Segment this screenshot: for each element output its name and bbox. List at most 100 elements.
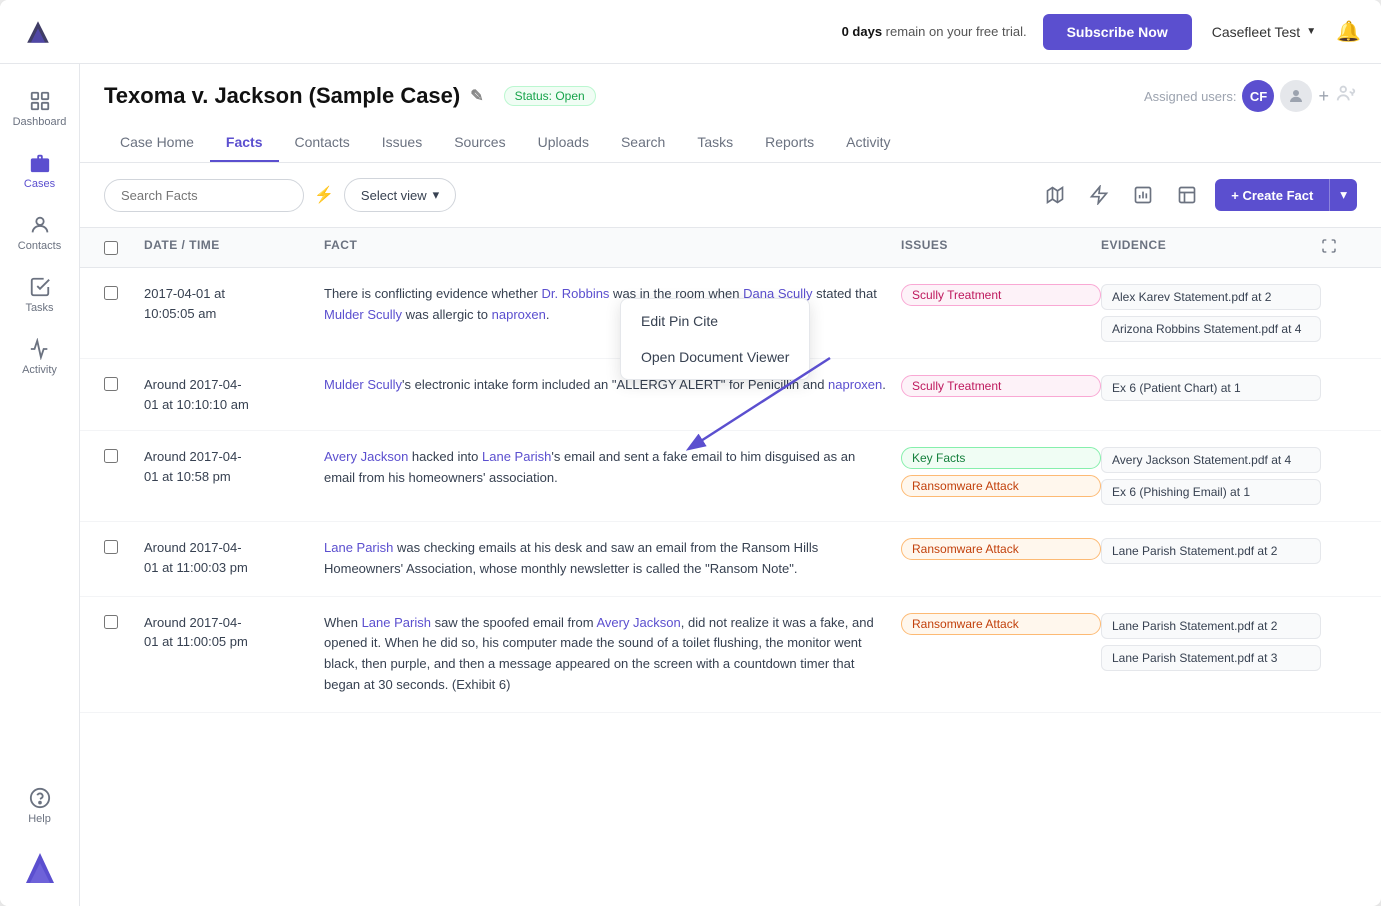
cell-fact: Avery Jackson hacked into Lane Parish's … xyxy=(324,447,901,489)
tab-search[interactable]: Search xyxy=(605,124,681,162)
row-checkbox[interactable] xyxy=(104,540,118,554)
link-lane-parish[interactable]: Lane Parish xyxy=(362,615,431,630)
case-header: Texoma v. Jackson (Sample Case) ✎ Status… xyxy=(80,64,1381,163)
sidebar-item-activity[interactable]: Activity xyxy=(5,328,75,386)
tab-activity[interactable]: Activity xyxy=(830,124,906,162)
avatar: CF xyxy=(1242,80,1274,112)
sidebar-item-cases[interactable]: Cases xyxy=(5,142,75,200)
cell-issues: Key Facts Ransomware Attack xyxy=(901,447,1101,497)
link-avery-jackson[interactable]: Avery Jackson xyxy=(596,615,680,630)
layout-icon-button[interactable] xyxy=(1169,177,1205,213)
evidence-link[interactable]: Arizona Robbins Statement.pdf at 4 xyxy=(1101,316,1321,342)
header-evidence: Evidence xyxy=(1101,238,1321,257)
top-bar: 0 days remain on your free trial. Subscr… xyxy=(0,0,1381,64)
manage-users-icon[interactable] xyxy=(1335,82,1357,110)
filter-icon[interactable]: ⚡ xyxy=(314,185,334,205)
cell-issues: Scully Treatment xyxy=(901,375,1101,397)
tab-reports[interactable]: Reports xyxy=(749,124,830,162)
create-fact-dropdown-button[interactable]: ▾ xyxy=(1329,179,1357,211)
header-issues: Issues xyxy=(901,238,1101,257)
row-checkbox-cell xyxy=(104,538,144,554)
chevron-down-icon: ▼ xyxy=(1306,26,1316,37)
avatar xyxy=(1280,80,1312,112)
sidebar-item-label: Contacts xyxy=(18,240,61,252)
link-mulder-scully[interactable]: Mulder Scully xyxy=(324,307,402,322)
select-view-button[interactable]: Select view ▾ xyxy=(344,178,456,212)
header-datetime: Date / Time xyxy=(144,238,324,257)
link-naproxen[interactable]: naproxen xyxy=(828,377,882,392)
evidence-link[interactable]: Alex Karev Statement.pdf at 2 xyxy=(1101,284,1321,310)
row-checkbox-cell xyxy=(104,613,144,629)
link-dr-robbins[interactable]: Dr. Robbins xyxy=(542,286,610,301)
table-row: Around 2017-04-01 at 10:58 pm Avery Jack… xyxy=(80,431,1381,522)
evidence-link[interactable]: Lane Parish Statement.pdf at 2 xyxy=(1101,613,1321,639)
link-lane-parish[interactable]: Lane Parish xyxy=(324,540,393,555)
link-mulder-scully[interactable]: Mulder Scully xyxy=(324,377,402,392)
context-menu-item-edit-pin-cite[interactable]: Edit Pin Cite xyxy=(621,303,809,339)
issue-tag-ransomware-attack[interactable]: Ransomware Attack xyxy=(901,538,1101,560)
edit-case-title-icon[interactable]: ✎ xyxy=(470,86,483,106)
sidebar-item-label: Activity xyxy=(22,364,57,376)
toolbar-icons xyxy=(1037,177,1205,213)
cell-evidence: Avery Jackson Statement.pdf at 4 Ex 6 (P… xyxy=(1101,447,1321,505)
issue-tag-scully-treatment[interactable]: Scully Treatment xyxy=(901,375,1101,397)
subscribe-button[interactable]: Subscribe Now xyxy=(1043,14,1192,50)
evidence-link[interactable]: Lane Parish Statement.pdf at 3 xyxy=(1101,645,1321,671)
issue-tag-ransomware-attack[interactable]: Ransomware Attack xyxy=(901,475,1101,497)
cell-datetime: Around 2017-04-01 at 11:00:03 pm xyxy=(144,538,324,577)
evidence-link[interactable]: Avery Jackson Statement.pdf at 4 xyxy=(1101,447,1321,473)
row-checkbox[interactable] xyxy=(104,615,118,629)
cell-datetime: Around 2017-04-01 at 10:58 pm xyxy=(144,447,324,486)
evidence-link[interactable]: Ex 6 (Patient Chart) at 1 xyxy=(1101,375,1321,401)
table-row: Around 2017-04-01 at 11:00:03 pm Lane Pa… xyxy=(80,522,1381,597)
link-lane-parish[interactable]: Lane Parish xyxy=(482,449,551,464)
issue-tag-ransomware-attack[interactable]: Ransomware Attack xyxy=(901,613,1101,635)
tab-uploads[interactable]: Uploads xyxy=(522,124,605,162)
evidence-link[interactable]: Lane Parish Statement.pdf at 2 xyxy=(1101,538,1321,564)
create-fact-button[interactable]: + Create Fact xyxy=(1215,179,1329,211)
header-fact: Fact xyxy=(324,238,901,257)
tab-case-home[interactable]: Case Home xyxy=(104,124,210,162)
table-row: Around 2017-04-01 at 11:00:05 pm When La… xyxy=(80,597,1381,713)
case-title: Texoma v. Jackson (Sample Case) ✎ xyxy=(104,83,484,109)
link-naproxen[interactable]: naproxen xyxy=(492,307,546,322)
tab-contacts[interactable]: Contacts xyxy=(279,124,366,162)
sidebar-item-tasks[interactable]: Tasks xyxy=(5,266,75,324)
bell-icon[interactable]: 🔔 xyxy=(1336,19,1361,44)
chevron-down-icon: ▾ xyxy=(433,187,440,203)
link-avery-jackson[interactable]: Avery Jackson xyxy=(324,449,408,464)
map-icon-button[interactable] xyxy=(1037,177,1073,213)
app-logo[interactable] xyxy=(20,12,60,52)
tab-sources[interactable]: Sources xyxy=(438,124,521,162)
context-menu-item-open-document-viewer[interactable]: Open Document Viewer xyxy=(621,339,809,375)
sidebar-item-label: Cases xyxy=(24,178,55,190)
table-row: 2017-04-01 at10:05:05 am There is confli… xyxy=(80,268,1381,359)
cell-evidence: Lane Parish Statement.pdf at 2 xyxy=(1101,538,1321,564)
add-user-button[interactable]: + xyxy=(1318,86,1329,107)
issue-tag-key-facts[interactable]: Key Facts xyxy=(901,447,1101,469)
cell-evidence: Lane Parish Statement.pdf at 2 Lane Pari… xyxy=(1101,613,1321,671)
cell-datetime: 2017-04-01 at10:05:05 am xyxy=(144,284,324,323)
select-all-checkbox[interactable] xyxy=(104,241,118,255)
issue-tag-scully-treatment[interactable]: Scully Treatment xyxy=(901,284,1101,306)
tab-issues[interactable]: Issues xyxy=(366,124,438,162)
row-checkbox[interactable] xyxy=(104,286,118,300)
user-menu[interactable]: Casefleet Test ▼ xyxy=(1212,24,1316,40)
tab-tasks[interactable]: Tasks xyxy=(681,124,749,162)
cell-issues: Ransomware Attack xyxy=(901,613,1101,635)
sidebar-item-dashboard[interactable]: Dashboard xyxy=(5,80,75,138)
row-checkbox[interactable] xyxy=(104,377,118,391)
cell-fact: Lane Parish was checking emails at his d… xyxy=(324,538,901,580)
tab-facts[interactable]: Facts xyxy=(210,124,279,162)
search-input[interactable] xyxy=(104,179,304,212)
sidebar-item-help[interactable]: Help xyxy=(20,777,59,835)
sidebar-item-contacts[interactable]: Contacts xyxy=(5,204,75,262)
cell-fact: Mulder Scully's electronic intake form i… xyxy=(324,375,901,396)
evidence-link[interactable]: Ex 6 (Phishing Email) at 1 xyxy=(1101,479,1321,505)
sidebar: Dashboard Cases Contacts xyxy=(0,64,80,906)
bolt-icon-button[interactable] xyxy=(1081,177,1117,213)
row-checkbox-cell xyxy=(104,284,144,300)
facts-table: Date / Time Fact Issues Evidence 2017-04… xyxy=(80,228,1381,906)
chart-icon-button[interactable] xyxy=(1125,177,1161,213)
row-checkbox[interactable] xyxy=(104,449,118,463)
